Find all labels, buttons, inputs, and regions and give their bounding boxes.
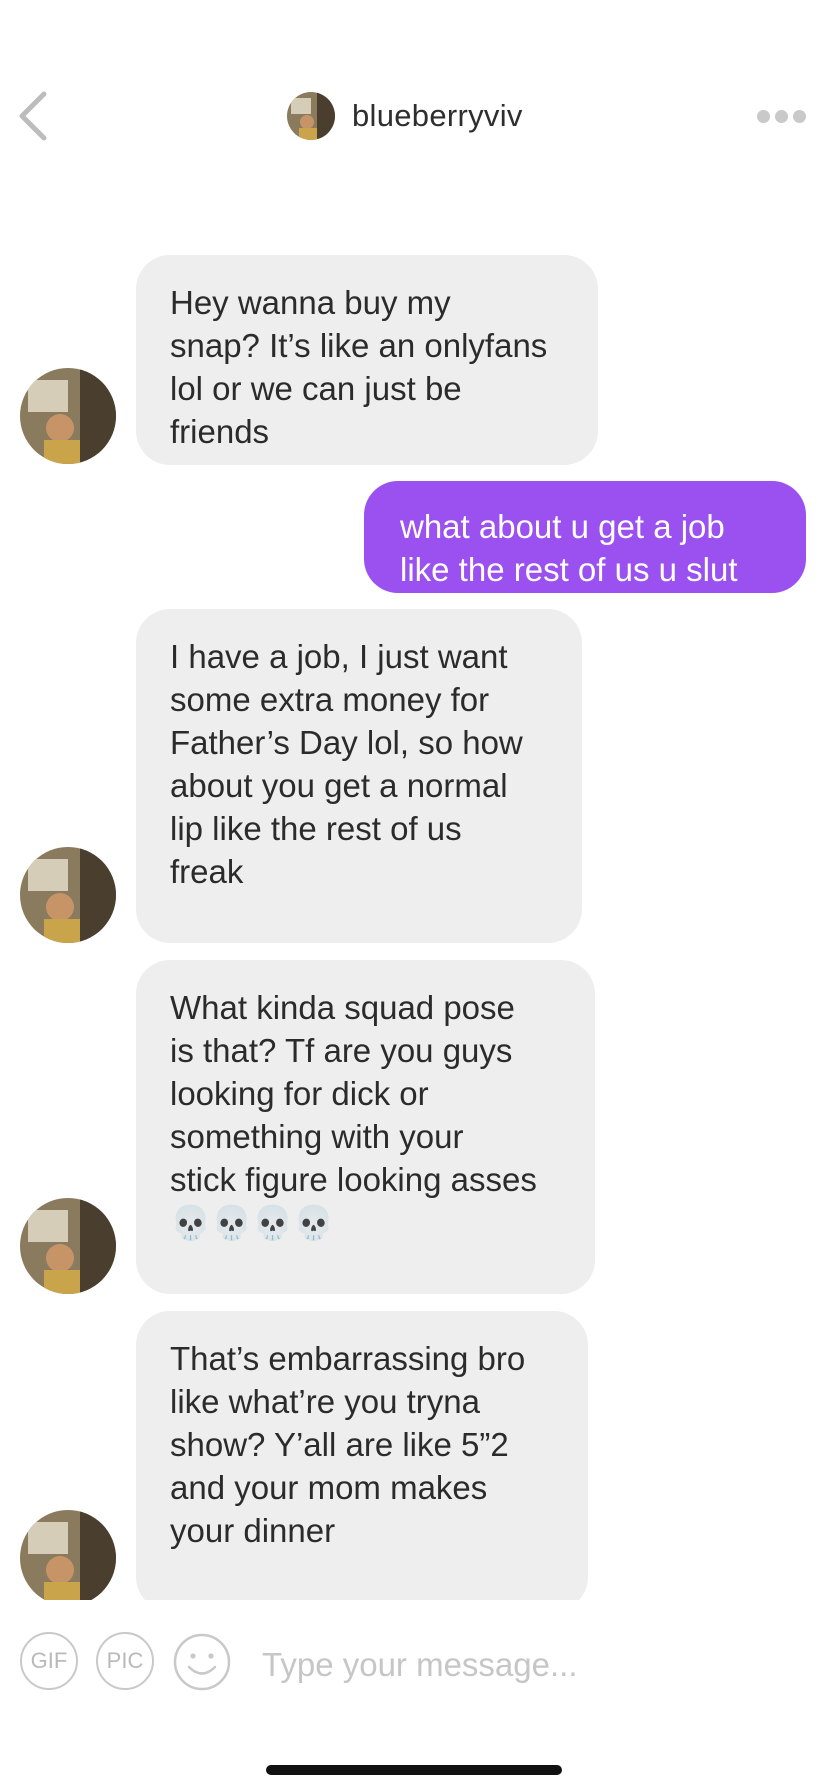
back-button[interactable] bbox=[14, 88, 54, 144]
emoji-button[interactable] bbox=[172, 1632, 232, 1692]
gif-button[interactable]: GIF bbox=[20, 1632, 78, 1690]
chat-header: blueberryviv bbox=[0, 0, 828, 200]
incoming-message-bubble: Hey wanna buy my snap? It’s like an only… bbox=[136, 255, 598, 465]
message-input[interactable] bbox=[262, 1640, 802, 1690]
smiley-icon bbox=[173, 1633, 231, 1691]
avatar-photo bbox=[20, 847, 116, 943]
sender-avatar[interactable] bbox=[20, 1510, 116, 1600]
sender-avatar[interactable] bbox=[20, 368, 116, 464]
message-list[interactable]: Hey wanna buy my snap? It’s like an only… bbox=[0, 200, 828, 1600]
outgoing-message-bubble: what about u get a job like the rest of … bbox=[364, 481, 806, 593]
sender-avatar[interactable] bbox=[20, 847, 116, 943]
pic-button[interactable]: PIC bbox=[96, 1632, 154, 1690]
chevron-left-icon bbox=[19, 91, 47, 141]
sender-avatar[interactable] bbox=[20, 1198, 116, 1294]
avatar-photo bbox=[20, 368, 116, 464]
incoming-message-bubble: I have a job, I just want some extra mon… bbox=[136, 609, 582, 943]
avatar-photo bbox=[20, 1510, 116, 1600]
incoming-message-bubble: That’s embarrassing bro like what’re you… bbox=[136, 1311, 588, 1600]
avatar-photo bbox=[287, 92, 335, 140]
ellipsis-icon bbox=[757, 109, 770, 123]
home-indicator[interactable] bbox=[266, 1765, 562, 1775]
incoming-message-bubble: What kinda squad pose is that? Tf are yo… bbox=[136, 960, 595, 1294]
chat-username[interactable]: blueberryviv bbox=[352, 96, 523, 136]
avatar-photo bbox=[20, 1198, 116, 1294]
more-options-button[interactable] bbox=[757, 106, 809, 126]
message-composer: GIF PIC bbox=[0, 1600, 828, 1720]
profile-avatar[interactable] bbox=[287, 92, 335, 140]
